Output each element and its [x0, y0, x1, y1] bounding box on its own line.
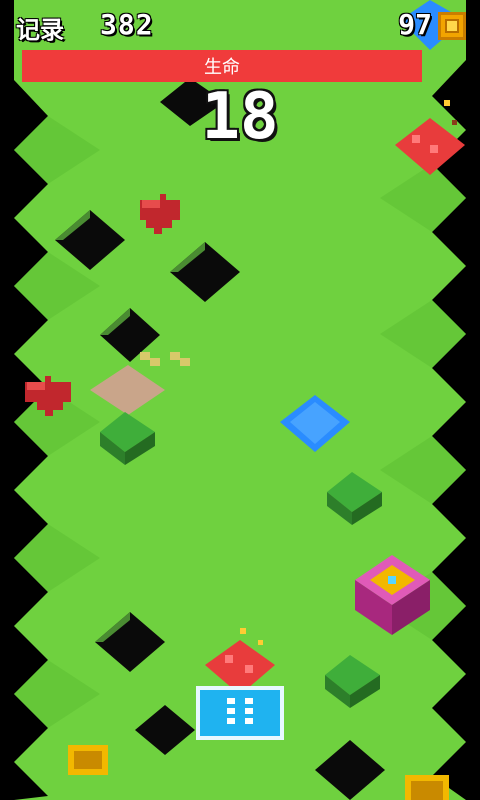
record-value: 382 — [100, 8, 154, 41]
coin-icon — [438, 12, 466, 40]
pause-icon — [227, 698, 235, 728]
pause-button[interactable] — [196, 686, 284, 740]
score-display: 18 — [201, 80, 279, 154]
gold-block — [405, 775, 449, 800]
coin-count: 97 — [398, 8, 432, 41]
record-label: 记录 — [16, 16, 64, 44]
life-label: 生命 — [204, 57, 240, 78]
pause-icon — [245, 698, 253, 728]
gold-block — [68, 745, 108, 775]
life-bar: 生命 — [22, 50, 422, 82]
